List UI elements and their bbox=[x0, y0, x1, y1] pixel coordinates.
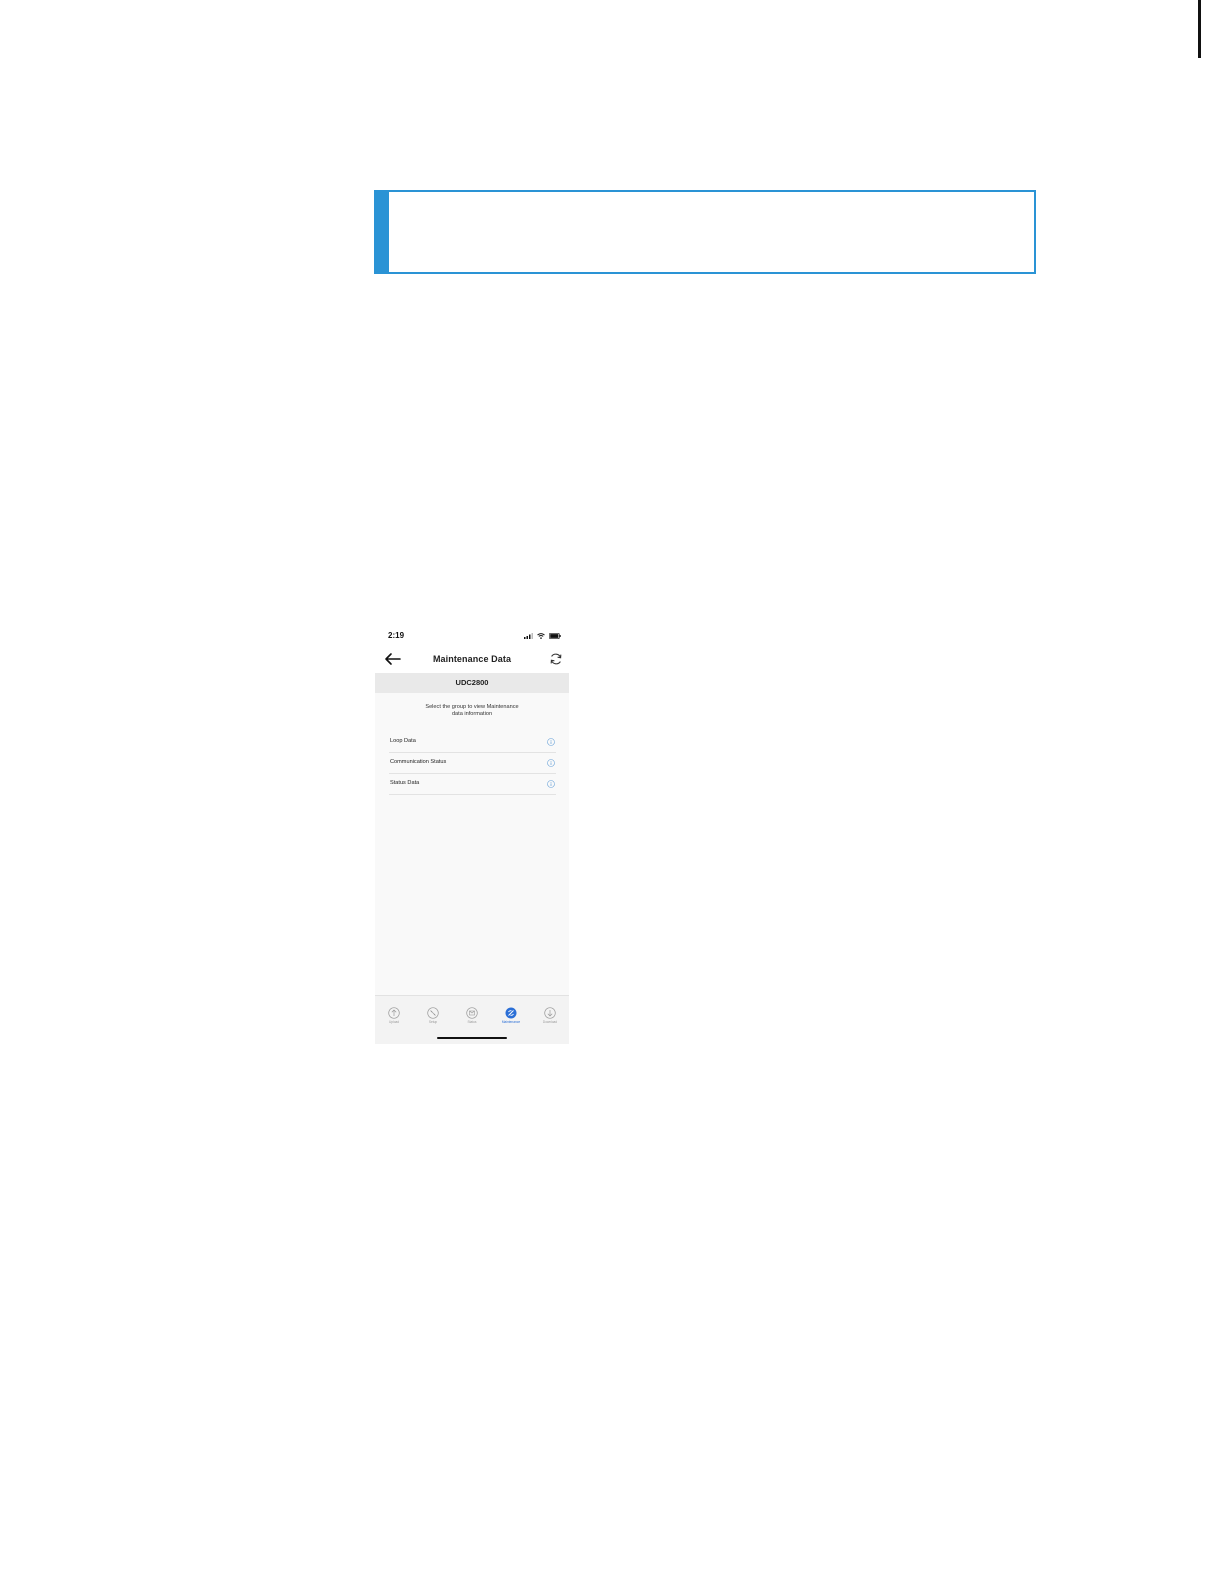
wifi-icon bbox=[537, 633, 545, 639]
tab-label: Maintenance bbox=[501, 1020, 521, 1024]
tab-label: Status bbox=[467, 1020, 477, 1024]
instruction-text: Select the group to view Maintenance dat… bbox=[395, 704, 549, 718]
page-title: Maintenance Data bbox=[432, 654, 512, 664]
group-item-status-data[interactable]: Status Data bbox=[389, 774, 556, 795]
page-margin-line bbox=[1198, 0, 1201, 58]
tab-setup[interactable]: Setup bbox=[417, 1007, 449, 1027]
status-bar: 2:19 bbox=[375, 626, 569, 646]
note-box bbox=[374, 190, 1036, 274]
maintenance-icon bbox=[505, 1007, 517, 1019]
phone-screenshot: 2:19 Maintenance Data UDC2800 Select the… bbox=[375, 626, 569, 1044]
info-icon[interactable] bbox=[547, 738, 555, 746]
tab-upload[interactable]: Upload bbox=[378, 1007, 410, 1027]
group-item-loop-data[interactable]: Loop Data bbox=[389, 732, 556, 753]
tab-label: Setup bbox=[428, 1020, 438, 1024]
download-icon bbox=[544, 1007, 556, 1019]
tab-download[interactable]: Download bbox=[534, 1007, 566, 1027]
instruction-line-2: data information bbox=[451, 711, 493, 717]
group-item-communication-status[interactable]: Communication Status bbox=[389, 753, 556, 774]
status-icon bbox=[466, 1007, 478, 1019]
upload-icon bbox=[388, 1007, 400, 1019]
info-icon[interactable] bbox=[547, 759, 555, 767]
tab-status[interactable]: Status bbox=[456, 1007, 488, 1027]
battery-icon bbox=[549, 633, 561, 639]
info-icon[interactable] bbox=[547, 780, 555, 788]
status-icons bbox=[524, 632, 561, 640]
setup-icon bbox=[427, 1007, 439, 1019]
home-indicator bbox=[437, 1037, 507, 1039]
instruction-line-1: Select the group to view Maintenance bbox=[425, 704, 519, 710]
tab-label: Upload bbox=[388, 1020, 400, 1024]
tab-maintenance[interactable]: Maintenance bbox=[495, 1007, 527, 1027]
tab-label: Download bbox=[542, 1020, 558, 1024]
group-list: Loop Data Communication Status Status Da… bbox=[389, 732, 556, 795]
device-name: UDC2800 bbox=[375, 673, 569, 693]
group-label: Communication Status bbox=[390, 759, 447, 765]
app-header: Maintenance Data bbox=[375, 646, 569, 673]
signal-icon bbox=[524, 633, 533, 639]
status-time: 2:19 bbox=[388, 631, 405, 640]
group-label: Loop Data bbox=[390, 738, 416, 744]
note-accent-bar bbox=[376, 192, 389, 272]
refresh-icon[interactable] bbox=[549, 652, 563, 666]
group-label: Status Data bbox=[390, 780, 420, 786]
